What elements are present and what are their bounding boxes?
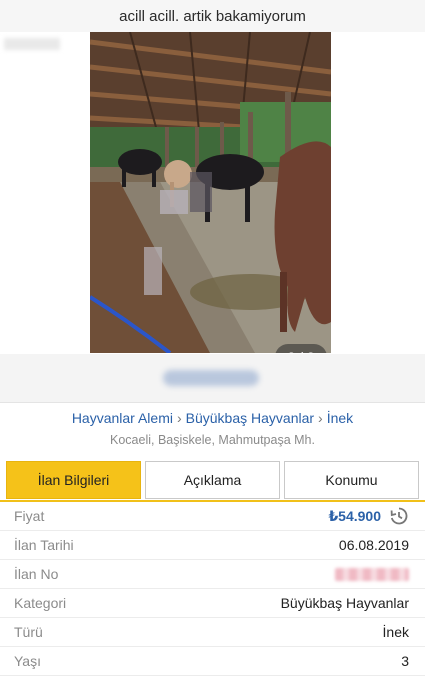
listing-details: Fiyat ₺54.900 İlan Tarihi 06.08.2019 İla…: [0, 502, 425, 676]
photo-gallery[interactable]: 2 / 3: [0, 32, 425, 354]
listing-location: Kocaeli, Başiskele, Mahmutpaşa Mh.: [110, 433, 315, 447]
detail-row-price: Fiyat ₺54.900: [0, 502, 425, 531]
listing-photo[interactable]: 2 / 3: [90, 32, 331, 353]
detail-label: İlan Tarihi: [14, 537, 74, 553]
blurred-label: [4, 38, 60, 50]
detail-row-age: Yaşı 3: [0, 647, 425, 676]
detail-row-type: Türü İnek: [0, 618, 425, 647]
breadcrumb-item-buyukbas[interactable]: Büyükbaş Hayvanlar: [186, 410, 314, 426]
detail-label: Türü: [14, 624, 43, 640]
detail-label: Yaşı: [14, 653, 41, 669]
seller-strip[interactable]: [0, 354, 425, 403]
listing-number-blurred: [335, 567, 409, 581]
price-value: ₺54.900: [328, 507, 381, 524]
listing-title-bar: acill acill. artik bakamiyorum: [0, 0, 425, 33]
detail-tabs: İlan Bilgileri Açıklama Konumu: [6, 461, 419, 501]
detail-row-category: Kategori Büyükbaş Hayvanlar: [0, 589, 425, 618]
detail-value: 3: [401, 653, 409, 669]
breadcrumb-item-inek[interactable]: İnek: [327, 410, 353, 426]
detail-label: Kategori: [14, 595, 67, 611]
breadcrumb-item-hayvanlar-alemi[interactable]: Hayvanlar Alemi: [72, 410, 173, 426]
tab-aciklama[interactable]: Açıklama: [145, 461, 280, 499]
detail-row-number: İlan No: [0, 560, 425, 589]
breadcrumb: Hayvanlar Alemi › Büyükbaş Hayvanlar › İnek: [0, 410, 425, 426]
barn-photo-illustration: [90, 32, 331, 353]
detail-value: İnek: [382, 624, 409, 640]
price-value-group: ₺54.900: [328, 506, 409, 526]
seller-name-blurred[interactable]: [163, 370, 259, 386]
detail-row-date: İlan Tarihi 06.08.2019: [0, 531, 425, 560]
breadcrumb-separator: ›: [176, 410, 182, 426]
history-icon[interactable]: [389, 506, 409, 526]
tab-konumu[interactable]: Konumu: [284, 461, 419, 499]
breadcrumb-separator: ›: [318, 410, 323, 426]
detail-label: İlan No: [14, 566, 59, 582]
tab-ilan-bilgileri[interactable]: İlan Bilgileri: [6, 461, 141, 499]
photo-pager: 2 / 3: [275, 344, 327, 353]
listing-title: acill acill. artik bakamiyorum: [119, 7, 306, 25]
detail-value: Büyükbaş Hayvanlar: [280, 595, 409, 611]
detail-value: 06.08.2019: [338, 537, 409, 553]
detail-label: Fiyat: [14, 508, 45, 524]
